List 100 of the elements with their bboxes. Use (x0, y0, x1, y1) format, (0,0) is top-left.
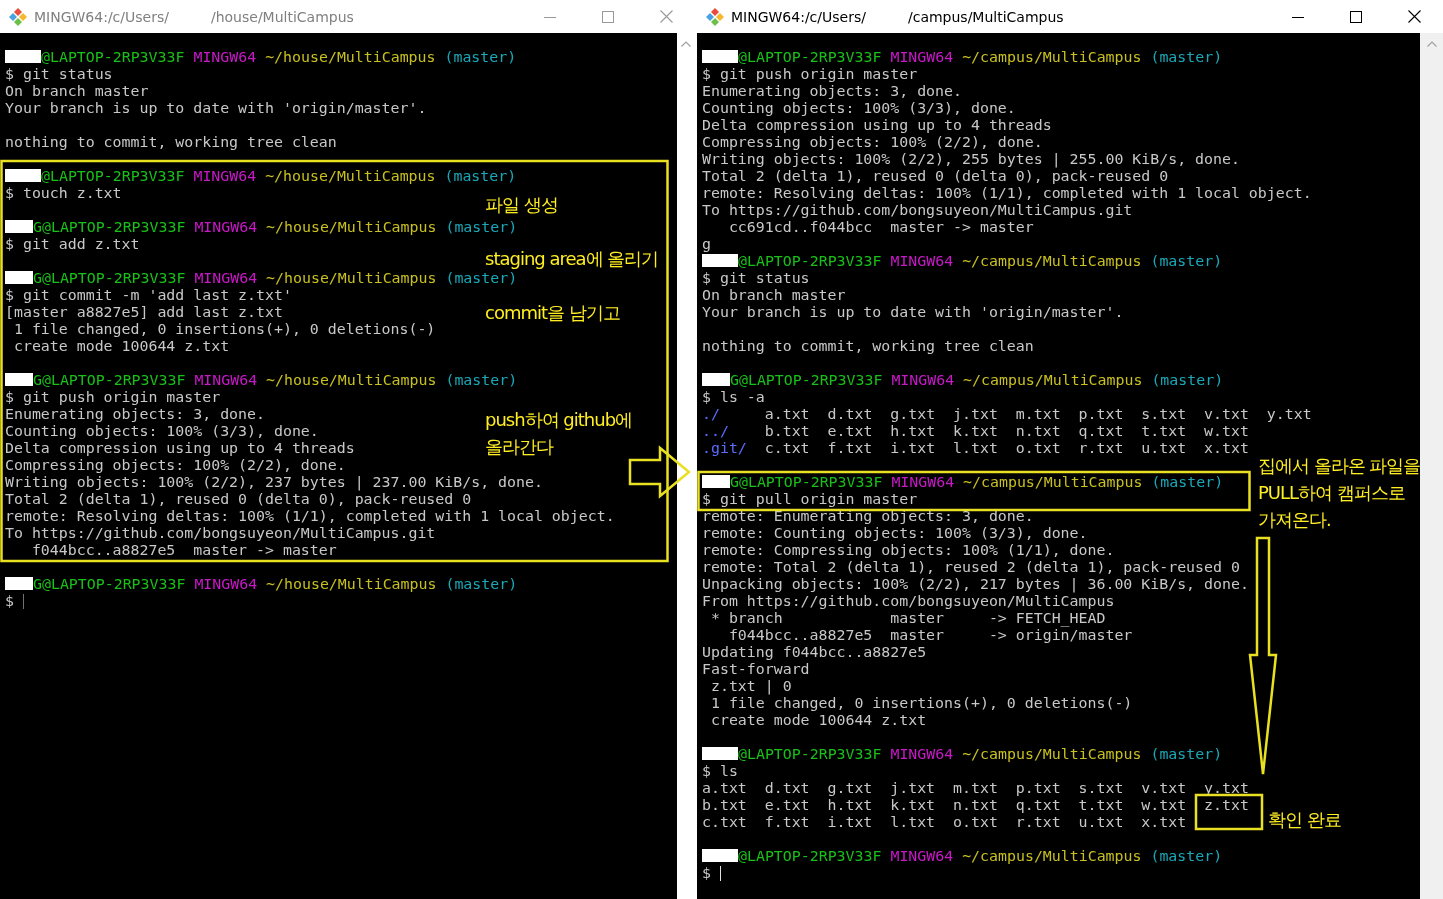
prompt-user-host: @LAPTOP-2RP3V33F (41, 167, 185, 185)
redaction-block (702, 50, 738, 63)
window-title: MINGW64:/c/Users/ (34, 8, 169, 25)
prompt-user-host: G@LAPTOP-2RP3V33F (33, 575, 186, 593)
terminal-line: cc691cd..f044bcc master -> master (727, 218, 1034, 236)
window-title: /campus/MultiCampus (907, 8, 1064, 25)
diamond-logo-icon (705, 6, 725, 27)
directory-name: ../ (702, 422, 729, 440)
terminal-line: 1 file changed, 0 insertions(+), 0 deletions(-) (709, 694, 1133, 712)
terminal-line: Counting objects: 100% (3/3), done. (5, 422, 319, 440)
redaction-block (702, 747, 738, 760)
prompt-user-host: G@LAPTOP-2RP3V33F (33, 218, 186, 236)
terminal-line: * branch master -> FETCH_HEAD (709, 609, 1106, 627)
terminal-line: Counting objects: 100% (3/3), done. (702, 99, 1016, 117)
right-arrow-icon (628, 445, 691, 499)
prompt-branch: (master) (445, 371, 518, 389)
scroll-up-icon[interactable] (681, 41, 691, 47)
prompt-system: MINGW64 (890, 847, 954, 865)
terminal-line: remote: Total 2 (delta 1), reused 2 (delta 1), pack-reused 0 (702, 558, 1240, 576)
annotation-text: 확인 완료 (1268, 808, 1341, 832)
file-list: a.txt d.txt g.txt j.txt m.txt p.txt s.txt v.txt y.txt (719, 405, 1312, 423)
prompt-user-host: G@LAPTOP-2RP3V33F (730, 371, 883, 389)
prompt-path: ~/campus/MultiCampus (962, 252, 1142, 270)
terminal-line: To https://github.com/bongsuyeon/MultiCampus.git (5, 524, 436, 542)
prompt-branch: (master) (1150, 252, 1223, 270)
terminal-line: Updating f044bcc..a8827e5 (702, 643, 927, 661)
close-icon[interactable] (1408, 10, 1421, 23)
directory-name: ./ (702, 405, 720, 423)
terminal-line: Compressing objects: 100% (2/2), done. (5, 456, 346, 474)
prompt-branch: (master) (1150, 745, 1223, 763)
prompt-branch: (master) (1150, 48, 1223, 66)
prompt-branch: (master) (445, 269, 518, 287)
terminal-line: Total 2 (delta 1), reused 0 (delta 0), pack-reused 0 (702, 167, 1169, 185)
text-cursor (22, 594, 24, 609)
prompt-path: ~/house/MultiCampus (266, 218, 437, 236)
prompt-system: MINGW64 (890, 745, 954, 763)
highlight-box (1194, 793, 1264, 831)
redaction-block (702, 373, 730, 386)
terminal-line: $ git status (702, 269, 810, 287)
prompt-system: MINGW64 (891, 371, 955, 389)
prompt-user-host: G@LAPTOP-2RP3V33F (33, 371, 186, 389)
terminal-line: Writing objects: 100% (2/2), 237 bytes | 237.00 KiB/s, done. (5, 473, 543, 491)
prompt-user-host: G@LAPTOP-2RP3V33F (33, 269, 186, 287)
terminal-line: $ ls (702, 762, 738, 780)
terminal-line: remote: Counting objects: 100% (3/3), done. (702, 524, 1088, 542)
prompt-user-host: @LAPTOP-2RP3V33F (41, 48, 185, 66)
terminal-line: f044bcc..a8827e5 master -> master (30, 541, 337, 559)
window-title: /house/MultiCampus (210, 8, 354, 25)
prompt-path: ~/campus/MultiCampus (962, 48, 1142, 66)
terminal-panel[interactable] (0, 33, 677, 899)
terminal-line: remote: Enumerating objects: 3, done. (702, 507, 1034, 525)
terminal-line: c.txt f.txt i.txt l.txt o.txt r.txt u.txt x.txt (702, 813, 1187, 831)
terminal-line: Enumerating objects: 3, done. (702, 82, 962, 100)
prompt-system: MINGW64 (890, 48, 954, 66)
diamond-logo-icon (8, 6, 28, 27)
annotation-text: 집에서 올라온 파일을 PULL하여 캠퍼스로 가져온다. (1258, 454, 1421, 532)
terminal-line: $ touch z.txt (5, 184, 122, 202)
terminal-line: remote: Compressing objects: 100% (1/1), done. (702, 541, 1115, 559)
prompt-system: MINGW64 (194, 371, 258, 389)
terminal-line: Writing objects: 100% (2/2), 255 bytes | 255.00 KiB/s, done. (702, 150, 1240, 168)
terminal-line: Delta compression using up to 4 threads (702, 116, 1052, 134)
prompt-system: MINGW64 (193, 48, 257, 66)
terminal-line: Fast-forward (702, 660, 810, 678)
prompt-path: ~/house/MultiCampus (265, 167, 436, 185)
terminal-line: Your branch is up to date with 'origin/master'. (702, 303, 1124, 321)
scrollbar[interactable] (1420, 33, 1443, 899)
terminal-line: g (702, 235, 711, 253)
redaction-block (5, 373, 33, 386)
window-title: MINGW64:/c/Users/ (731, 8, 866, 25)
terminal-line: remote: Resolving deltas: 100% (1/1), completed with 1 local object. (5, 507, 615, 525)
annotation-text: staging area에 올리기 (485, 247, 659, 271)
command-prompt: $ (702, 864, 711, 882)
prompt-path: ~/house/MultiCampus (266, 269, 437, 287)
annotation-text: push하여 github에 올라간다 (485, 408, 633, 459)
terminal-line: $ ls -a (702, 388, 765, 406)
scroll-up-icon[interactable] (1426, 41, 1437, 47)
redaction-block (702, 849, 738, 862)
prompt-system: MINGW64 (194, 575, 258, 593)
down-arrow-icon (1248, 536, 1278, 776)
file-list: c.txt f.txt i.txt l.txt o.txt r.txt u.txt x.txt (746, 439, 1249, 457)
prompt-user-host: @LAPTOP-2RP3V33F (738, 847, 882, 865)
terminal-line: b.txt e.txt h.txt k.txt n.txt q.txt t.txt w.txt z.txt (702, 796, 1249, 814)
terminal-line: $ git pull origin master (702, 490, 918, 508)
file-list: b.txt e.txt h.txt k.txt n.txt q.txt t.txt w.txt (728, 422, 1249, 440)
terminal-line: $ git status (5, 65, 113, 83)
maximize-icon[interactable] (1350, 10, 1362, 23)
prompt-path: ~/campus/MultiCampus (962, 847, 1142, 865)
terminal-line: nothing to commit, working tree clean (5, 133, 337, 151)
prompt-path: ~/campus/MultiCampus (963, 473, 1143, 491)
redaction-block (702, 254, 738, 267)
terminal-line: Unpacking objects: 100% (2/2), 217 bytes | 36.00 KiB/s, done. (702, 575, 1249, 593)
directory-name: .git/ (702, 439, 747, 457)
terminal-line: Compressing objects: 100% (2/2), done. (702, 133, 1043, 151)
terminal-line: nothing to commit, working tree clean (702, 337, 1034, 355)
terminal-line: [master a8827e5] add last z.txt (5, 303, 283, 321)
redaction-block (5, 271, 33, 284)
terminal-line: Total 2 (delta 1), reused 0 (delta 0), pack-reused 0 (5, 490, 472, 508)
terminal-panel[interactable] (697, 33, 1420, 899)
redaction-block (5, 169, 41, 182)
terminal-line: From https://github.com/bongsuyeon/MultiCampus (702, 592, 1115, 610)
